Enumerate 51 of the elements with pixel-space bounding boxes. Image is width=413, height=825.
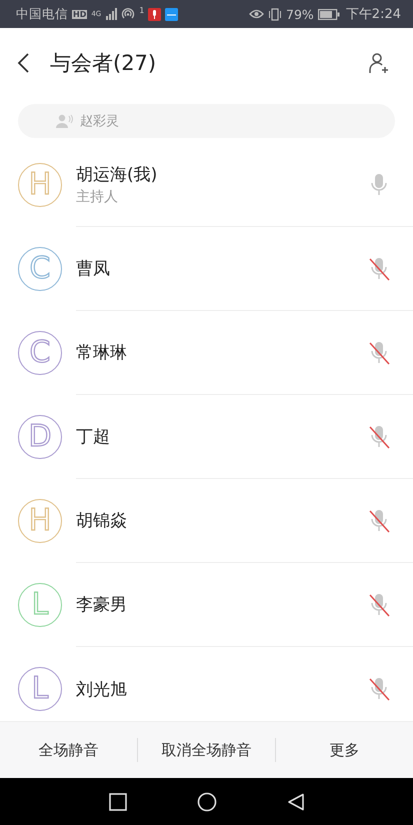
back-nav-icon[interactable] xyxy=(286,792,304,810)
hotspot-count: 1 xyxy=(139,6,144,15)
avatar-initial: H xyxy=(28,506,52,536)
speaker-name: 赵彩灵 xyxy=(80,113,119,130)
muted-mic-icon[interactable] xyxy=(367,592,391,618)
eye-icon xyxy=(249,8,264,20)
avatar-initial: L xyxy=(32,674,48,704)
hd-badge: HD xyxy=(72,10,88,18)
action-button[interactable]: 全场静音 xyxy=(0,722,137,778)
participant-row[interactable]: C 曹凤 xyxy=(0,227,413,311)
speaking-person-icon xyxy=(56,114,74,128)
avatar-initial: C xyxy=(30,338,50,368)
signal-icon xyxy=(105,8,118,20)
battery-percent: 79% xyxy=(286,6,314,22)
action-button[interactable]: 取消全场静音 xyxy=(138,722,275,778)
avatar-initial: D xyxy=(28,422,52,452)
participant-row[interactable]: C 常琳琳 xyxy=(0,311,413,395)
participant-name: 胡运海(我) xyxy=(76,164,158,186)
muted-mic-icon[interactable] xyxy=(367,676,391,702)
vibrate-icon xyxy=(268,8,282,20)
home-icon[interactable] xyxy=(196,792,216,812)
action-button[interactable]: 更多 xyxy=(276,722,413,778)
hotspot-icon xyxy=(121,7,136,21)
battery-icon xyxy=(318,8,340,20)
avatar-initial: C xyxy=(30,254,50,284)
participant-row[interactable]: H 胡锦焱 xyxy=(0,479,413,563)
back-icon[interactable] xyxy=(16,52,30,74)
carrier-text: 中国电信 xyxy=(16,6,68,22)
participant-name: 曹凤 xyxy=(76,258,111,280)
participant-name: 刘光旭 xyxy=(76,678,128,700)
participant-name: 常琳琳 xyxy=(76,342,128,364)
muted-mic-icon[interactable] xyxy=(367,424,391,450)
participant-name: 胡锦焱 xyxy=(76,510,128,532)
participant-name: 李豪男 xyxy=(76,594,128,616)
avatar-initial: L xyxy=(32,590,48,620)
avatar-initial: H xyxy=(28,170,52,200)
page-title: 与会者(27) xyxy=(50,50,156,77)
app-icon xyxy=(165,8,178,20)
muted-mic-icon[interactable] xyxy=(367,256,391,282)
participant-row[interactable]: D 丁超 xyxy=(0,395,413,479)
muted-mic-icon[interactable] xyxy=(367,340,391,366)
participant-row[interactable]: L 刘光旭 xyxy=(0,647,413,721)
add-person-icon[interactable] xyxy=(367,51,391,75)
participant-name: 丁超 xyxy=(76,426,111,448)
clock-time: 下午2:24 xyxy=(346,6,401,23)
participant-row[interactable]: L 李豪男 xyxy=(0,563,413,647)
participant-row[interactable]: H 胡运海(我) 主持人 xyxy=(0,143,413,227)
recent-apps-icon[interactable] xyxy=(108,792,126,810)
muted-mic-icon[interactable] xyxy=(367,508,391,534)
microphone-app-icon xyxy=(148,8,162,20)
role-label: 主持人 xyxy=(76,188,119,206)
